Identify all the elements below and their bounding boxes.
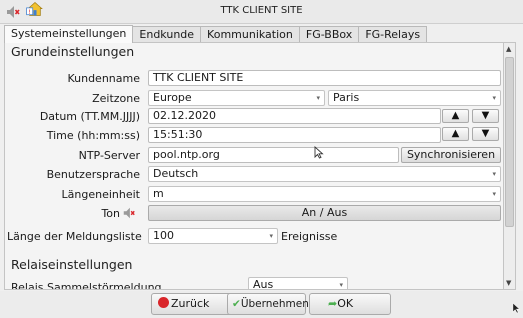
meldungsliste-value: 100 (153, 229, 174, 242)
meldungsliste-suffix: Ereignisse (281, 230, 338, 243)
zeitzone-region-select[interactable]: Europe ▾ (148, 90, 325, 106)
tab-fg-bbox[interactable]: FG-BBox (298, 26, 360, 43)
time-label: Time (hh:mm:ss) (46, 129, 140, 142)
uebernehmen-label: Übernehmen (240, 298, 309, 310)
ton-toggle-button[interactable]: An / Aus (148, 205, 501, 221)
zurueck-button[interactable]: Zurück (151, 293, 234, 315)
sammelstoermeldung-label: Relais Sammelstörmeldung (11, 281, 162, 290)
mouse-cursor-icon (512, 302, 521, 314)
scroll-down-icon[interactable]: ▼ (506, 279, 511, 287)
ok-arrow-icon: ➦ (328, 297, 338, 310)
zurueck-label: Zurück (171, 297, 210, 310)
chevron-down-icon: ▾ (316, 94, 320, 102)
zeitzone-city-value: Paris (333, 91, 360, 104)
ntp-label: NTP-Server (78, 149, 140, 162)
scrollbar-thumb[interactable] (505, 57, 514, 227)
tab-kommunikation[interactable]: Kommunikation (200, 26, 300, 43)
datum-up-button[interactable]: ▲ (442, 109, 469, 123)
laengeneinheit-value: m (153, 187, 164, 200)
chevron-down-icon: ▾ (492, 190, 496, 198)
ok-label: OK (337, 297, 354, 310)
synchronisieren-button[interactable]: Synchronisieren (401, 147, 501, 163)
zeitzone-city-select[interactable]: Paris ▾ (328, 90, 501, 106)
settings-window: ! TTK CLIENT SITE Systemeinstellungen En… (0, 0, 523, 318)
chevron-down-icon: ▾ (492, 94, 496, 102)
datum-field[interactable]: 02.12.2020 (148, 108, 441, 124)
zeitzone-region-value: Europe (153, 91, 192, 104)
uebernehmen-button[interactable]: ✔Übernehmen (227, 293, 309, 315)
laengeneinheit-select[interactable]: m ▾ (148, 186, 501, 202)
title-bar: ! TTK CLIENT SITE (0, 0, 523, 24)
ok-button[interactable]: ➦OK (309, 293, 391, 315)
checkmark-icon: ✔ (232, 298, 241, 310)
chevron-down-icon: ▾ (269, 232, 273, 240)
window-title: TTK CLIENT SITE (220, 5, 303, 16)
time-up-button[interactable]: ▲ (442, 127, 469, 141)
meldungsliste-select[interactable]: 100 ▾ (148, 228, 278, 244)
speaker-muted-icon (123, 207, 135, 219)
benutzersprache-select[interactable]: Deutsch ▾ (148, 166, 501, 182)
laengeneinheit-label: Längeneinheit (61, 188, 140, 201)
tab-systemeinstellungen[interactable]: Systemeinstellungen (4, 25, 134, 43)
datum-label: Datum (TT.MM.JJJJ) (39, 110, 140, 123)
mouse-pointer-icon (314, 146, 324, 159)
datum-down-button[interactable]: ▼ (472, 109, 499, 123)
time-field[interactable]: 15:51:30 (148, 127, 441, 143)
meldungsliste-label: Länge der Meldungsliste (7, 230, 142, 243)
tab-bar: Systemeinstellungen Endkunde Kommunikati… (4, 25, 428, 43)
tab-endkunde[interactable]: Endkunde (132, 26, 202, 43)
benutzersprache-value: Deutsch (153, 167, 199, 180)
time-down-button[interactable]: ▼ (472, 127, 499, 141)
kundenname-label: Kundenname (67, 72, 140, 85)
kundenname-field[interactable]: TTK CLIENT SITE (148, 70, 501, 86)
sammelstoermeldung-value: Aus (253, 278, 274, 290)
vertical-scrollbar[interactable]: ▲ ▼ (504, 42, 516, 290)
sammelstoermeldung-select[interactable]: Aus ▾ (248, 277, 348, 290)
benutzersprache-label: Benutzersprache (46, 168, 140, 181)
button-bar: Zurück ✔Übernehmen ➦OK (0, 291, 523, 318)
zeitzone-label: Zeitzone (92, 92, 140, 105)
chevron-down-icon: ▾ (339, 281, 343, 289)
section-heading-grundeinstellungen: Grundeinstellungen (11, 44, 135, 59)
ntp-server-field[interactable]: pool.ntp.org (148, 147, 399, 163)
ton-label: Ton (101, 207, 120, 220)
settings-panel: Grundeinstellungen Kundenname TTK CLIENT… (4, 42, 504, 290)
chevron-down-icon: ▾ (492, 170, 496, 178)
tab-fg-relays[interactable]: FG-Relays (358, 26, 428, 43)
scroll-up-icon[interactable]: ▲ (506, 45, 511, 53)
cancel-icon (158, 297, 169, 308)
section-heading-relaiseinstellungen: Relaiseinstellungen (11, 257, 133, 272)
